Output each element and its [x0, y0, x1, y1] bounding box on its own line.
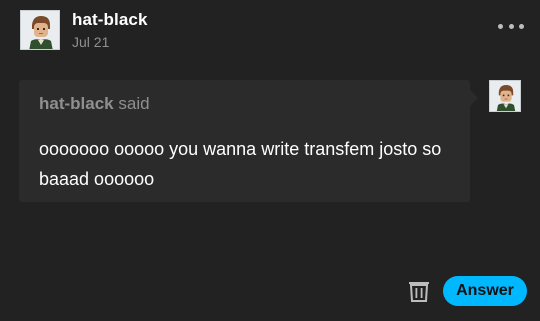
author-name[interactable]: hat-black [72, 10, 148, 30]
dot-icon [498, 23, 503, 29]
ask-card: hat-black said ooooooo ooooo you wanna w… [19, 80, 478, 202]
post-date[interactable]: Jul 21 [72, 34, 109, 50]
post-header: hat-black Jul 21 [20, 10, 530, 52]
asker-avatar[interactable] [489, 80, 521, 112]
avatar-portrait-icon [490, 81, 520, 111]
said-label: said [118, 94, 150, 113]
asker-name[interactable]: hat-black [39, 94, 114, 113]
more-options-icon[interactable] [498, 20, 524, 32]
dot-icon [508, 23, 514, 29]
ask-header: hat-black said [39, 94, 150, 114]
trash-icon [409, 282, 429, 302]
author-avatar[interactable] [20, 10, 60, 50]
answer-button[interactable]: Answer [443, 276, 527, 306]
ask-body: ooooooo ooooo you wanna write transfem j… [39, 139, 442, 189]
dot-icon [519, 23, 524, 29]
avatar-portrait-icon [21, 11, 59, 49]
delete-button[interactable] [407, 279, 431, 303]
